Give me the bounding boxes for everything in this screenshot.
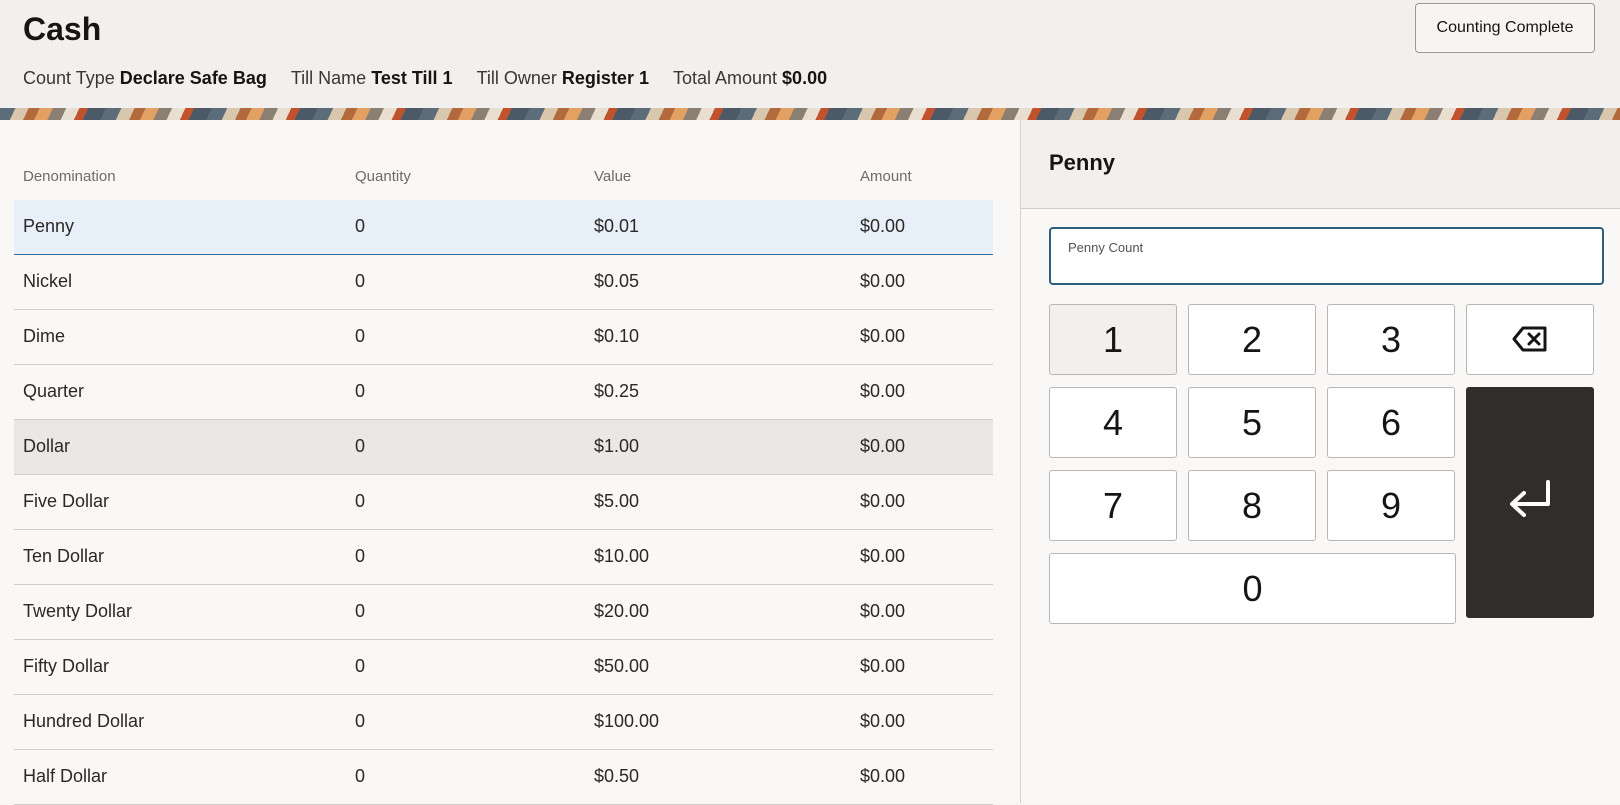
keypad-5-button[interactable]: 5 <box>1188 387 1316 458</box>
panel-header: Penny <box>1021 120 1620 209</box>
value-cell: $0.05 <box>594 271 640 291</box>
count-type-info: Count Type Declare Safe Bag <box>23 66 267 90</box>
penny-count-field[interactable]: Penny Count <box>1049 227 1604 285</box>
keypad-8-button[interactable]: 8 <box>1188 470 1316 541</box>
keypad-4-button[interactable]: 4 <box>1049 387 1177 458</box>
selected-denomination-title: Penny <box>1049 150 1116 175</box>
table-row[interactable]: Quarter 0 $0.25 $0.00 <box>14 365 993 420</box>
decorative-banner <box>0 108 1620 120</box>
count-type-value: Declare Safe Bag <box>119 68 267 88</box>
quantity-cell: 0 <box>355 216 366 236</box>
till-name-value: Test Till 1 <box>371 68 453 88</box>
amount-cell: $0.00 <box>860 436 906 456</box>
amount-cell: $0.00 <box>860 271 906 291</box>
denomination-cell: Nickel <box>23 271 73 291</box>
value-cell: $0.25 <box>594 381 640 401</box>
denomination-cell: Ten Dollar <box>23 546 105 566</box>
total-amount-value: $0.00 <box>782 68 828 88</box>
quantity-column-header: Quantity <box>355 168 411 185</box>
amount-column-header: Amount <box>860 168 912 185</box>
denomination-cell: Dollar <box>23 436 71 456</box>
till-name-info: Till Name Test Till 1 <box>291 66 453 90</box>
denomination-cell: Half Dollar <box>23 766 108 786</box>
denomination-cell: Quarter <box>23 381 85 401</box>
page-header: Cash Count Type Declare Safe Bag Till Na… <box>0 0 1620 108</box>
till-name-label: Till Name <box>290 68 367 88</box>
counting-complete-button[interactable]: Counting Complete <box>1415 3 1595 53</box>
quantity-cell: 0 <box>355 271 366 291</box>
total-amount-info: Total Amount $0.00 <box>673 66 827 90</box>
value-cell: $0.50 <box>594 766 640 786</box>
denomination-cell: Dime <box>23 326 66 346</box>
denomination-cell: Five Dollar <box>23 491 110 511</box>
quantity-cell: 0 <box>355 491 366 511</box>
table-body: Penny 0 $0.01 $0.00 Nickel 0 $0.05 $0.00… <box>14 200 993 805</box>
value-column-header: Value <box>594 168 632 185</box>
denomination-cell: Hundred Dollar <box>23 711 145 731</box>
amount-cell: $0.00 <box>860 711 906 731</box>
value-cell: $1.00 <box>594 436 640 456</box>
value-cell: $5.00 <box>594 491 640 511</box>
table-row[interactable]: Dime 0 $0.10 $0.00 <box>14 310 993 365</box>
quantity-cell: 0 <box>355 436 366 456</box>
denomination-table: Denomination Quantity Value Amount Penny… <box>0 120 1020 805</box>
quantity-cell: 0 <box>355 711 366 731</box>
denomination-cell: Fifty Dollar <box>23 656 110 676</box>
backspace-button[interactable] <box>1466 304 1594 375</box>
keypad-1-button[interactable]: 1 <box>1049 304 1177 375</box>
total-amount-label: Total Amount <box>672 68 778 88</box>
table-header-row: Denomination Quantity Value Amount <box>14 156 993 201</box>
denomination-cell: Penny <box>23 216 75 236</box>
penny-count-input[interactable] <box>1067 255 1591 281</box>
table-row[interactable]: Nickel 0 $0.05 $0.00 <box>14 255 993 310</box>
amount-cell: $0.00 <box>860 766 906 786</box>
value-cell: $10.00 <box>594 546 650 566</box>
value-cell: $100.00 <box>594 711 660 731</box>
value-cell: $0.10 <box>594 326 640 346</box>
amount-cell: $0.00 <box>860 381 906 401</box>
page-title: Cash <box>23 11 102 47</box>
backspace-icon <box>1512 319 1548 361</box>
keypad-0-button[interactable]: 0 <box>1049 553 1456 624</box>
enter-button[interactable] <box>1466 387 1594 618</box>
quantity-cell: 0 <box>355 656 366 676</box>
count-info-row: Count Type Declare Safe Bag Till Name Te… <box>23 66 827 90</box>
table-row[interactable]: Penny 0 $0.01 $0.00 <box>14 200 993 255</box>
count-type-label: Count Type <box>23 68 115 88</box>
amount-cell: $0.00 <box>860 326 906 346</box>
keypad-2-button[interactable]: 2 <box>1188 304 1316 375</box>
table-row[interactable]: Dollar 0 $1.00 $0.00 <box>14 420 993 475</box>
keypad-3-button[interactable]: 3 <box>1327 304 1455 375</box>
value-cell: $50.00 <box>594 656 650 676</box>
table-row[interactable]: Hundred Dollar 0 $100.00 $0.00 <box>14 695 993 750</box>
table-row[interactable]: Fifty Dollar 0 $50.00 $0.00 <box>14 640 993 695</box>
table-row[interactable]: Five Dollar 0 $5.00 $0.00 <box>14 475 993 530</box>
till-owner-label: Till Owner <box>476 68 557 88</box>
amount-cell: $0.00 <box>860 491 906 511</box>
table-row[interactable]: Twenty Dollar 0 $20.00 $0.00 <box>14 585 993 640</box>
denomination-cell: Twenty Dollar <box>23 601 133 621</box>
amount-cell: $0.00 <box>860 546 906 566</box>
quantity-cell: 0 <box>355 546 366 566</box>
quantity-cell: 0 <box>355 326 366 346</box>
amount-cell: $0.00 <box>860 656 906 676</box>
amount-cell: $0.00 <box>860 601 906 621</box>
denomination-column-header: Denomination <box>23 168 116 185</box>
till-owner-value: Register 1 <box>561 68 649 88</box>
keypad-7-button[interactable]: 7 <box>1049 470 1177 541</box>
quantity-cell: 0 <box>355 766 366 786</box>
till-owner-info: Till Owner Register 1 <box>477 66 649 90</box>
quantity-cell: 0 <box>355 601 366 621</box>
table-row[interactable]: Ten Dollar 0 $10.00 $0.00 <box>14 530 993 585</box>
count-entry-panel: Penny Penny Count 1 2 3 4 5 6 7 8 9 0 <box>1021 120 1620 803</box>
keypad-9-button[interactable]: 9 <box>1327 470 1455 541</box>
quantity-cell: 0 <box>355 381 366 401</box>
table-row[interactable]: Half Dollar 0 $0.50 $0.00 <box>14 750 993 805</box>
value-cell: $0.01 <box>594 216 640 236</box>
keypad-6-button[interactable]: 6 <box>1327 387 1455 458</box>
penny-count-label: Penny Count <box>1068 240 1144 255</box>
amount-cell: $0.00 <box>860 216 906 236</box>
value-cell: $20.00 <box>594 601 650 621</box>
enter-icon <box>1506 478 1554 527</box>
